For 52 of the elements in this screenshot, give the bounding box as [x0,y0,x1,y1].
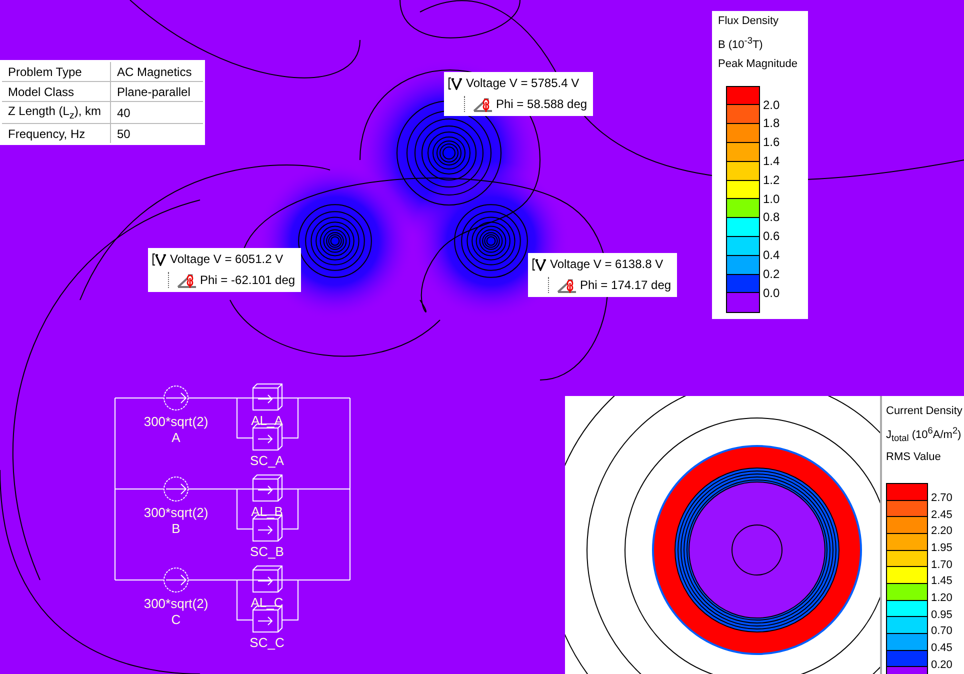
scale-tick-label: 1.4 [762,153,780,170]
phase-label: Phi = -62.101 deg [200,273,296,287]
scale-tick-label: 1.2 [762,172,780,189]
voltage-label: Voltage V = 6138.8 V [550,257,664,271]
legend-title: Flux Density [718,14,780,29]
phase-angle-icon [557,277,577,293]
voltage-icon [448,76,462,90]
phase-angle-icon [177,272,197,288]
source-name-label: C [171,612,181,627]
scale-tick-label: 1.0 [762,190,780,208]
scale-tick-label: 0.6 [762,228,780,246]
source-value-label: 300*sqrt(2) [144,596,208,611]
scale-tick-label: 1.95 [930,540,952,556]
scale-tick-label: 0.95 [930,608,952,623]
property-name-cell: Model Class [1,82,110,102]
scale-tick-label: 0.45 [930,641,952,656]
property-name-cell: Z Length (L$_{z}$), km [1,102,110,124]
voltage-label: Voltage V = 6051.2 V [170,252,284,266]
scale-tick-label: 1.8 [762,115,780,132]
legend-unit: J$_{total}$ (10$^{6}$A/m$^{2}$) [886,424,962,445]
scale-tick-label: 0.8 [762,209,780,226]
voltage-label: Voltage V = 5785.4 V [466,76,580,90]
phase-label: Phi = 174.17 deg [580,278,672,292]
scale-tick-label: 1.20 [930,590,952,606]
scale-tick-label: 2.20 [930,524,952,540]
phase-angle-icon [473,96,493,112]
scale-tick-label: 1.70 [930,558,952,573]
legend-quantity: RMS Value [886,450,942,465]
scale-tick-label: 0.20 [930,658,952,673]
scale-tick-label: 0.0 [762,284,780,302]
scale-tick-label: 0.4 [762,247,780,264]
source-value-label: 300*sqrt(2) [144,505,208,520]
source-name-label: A [172,430,180,445]
scale-tick-label: 2.45 [930,508,952,523]
conductor-label: SC_A [250,453,284,468]
phase-label: Phi = 58.588 deg [496,97,588,111]
legend-title: Current Density [886,404,962,419]
scale-tick-label: 1.6 [762,134,780,152]
source-name-label: B [172,521,180,536]
conductor-label: SC_B [250,544,284,559]
scale-tick-label: 0.70 [930,624,952,640]
property-name-cell: Problem Type [1,61,110,82]
scale-tick-label: 0.2 [762,266,780,283]
scale-tick-label: 2.0 [762,96,780,114]
voltage-icon [152,252,166,266]
scale-tick-label: 1.45 [930,574,952,590]
conductor-label: SC_C [250,635,284,650]
legend-quantity: Peak Magnitude [718,56,798,72]
legend-unit: B (10$^{-3}$T) [718,34,764,53]
voltage-icon [532,258,546,270]
source-value-label: 300*sqrt(2) [144,414,208,429]
scale-tick-label: 2.70 [930,490,952,506]
